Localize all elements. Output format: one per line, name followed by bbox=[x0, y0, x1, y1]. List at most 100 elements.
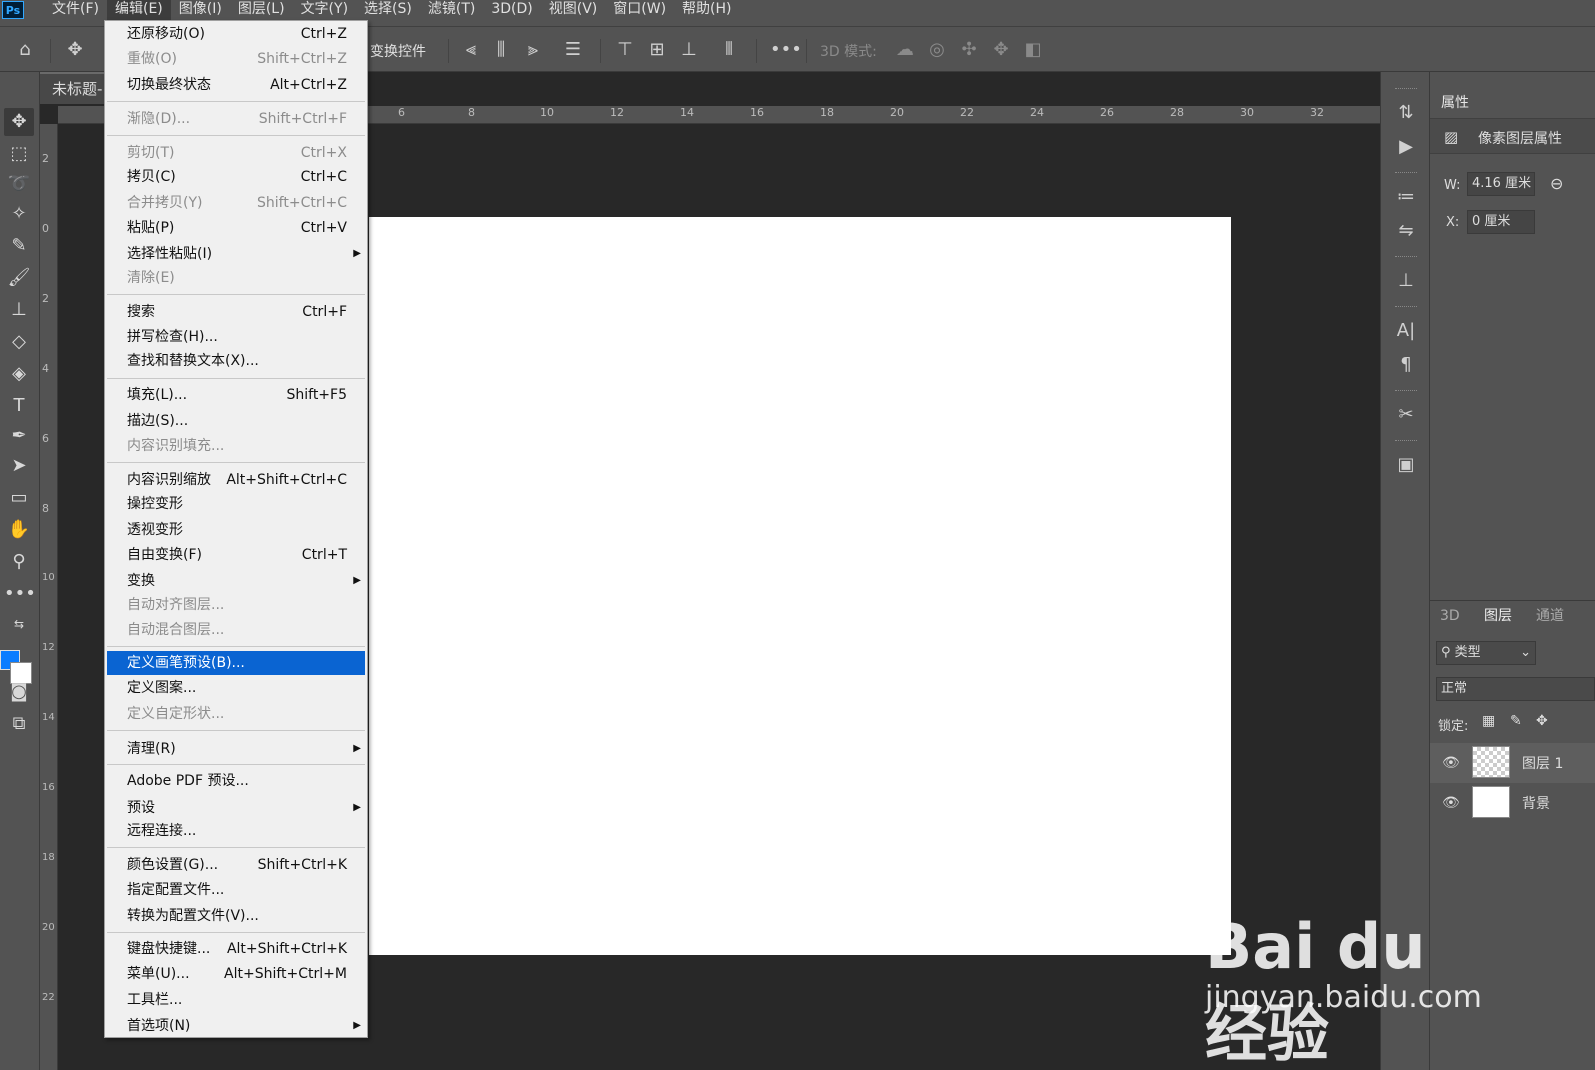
menu-item-fill[interactable]: 填充(L)... Shift+F5 bbox=[107, 383, 365, 407]
character-icon[interactable]: A| bbox=[1393, 318, 1419, 344]
3d-pan-icon[interactable]: ✣ bbox=[958, 39, 980, 61]
paragraph-icon[interactable]: ¶ bbox=[1393, 352, 1419, 378]
dock-grip[interactable] bbox=[1395, 256, 1417, 259]
menu-item-convert-to-profile[interactable]: 转换为配置文件(V)... bbox=[107, 904, 365, 928]
menu-item-keyboard-shortcuts[interactable]: 键盘快捷键... Alt+Shift+Ctrl+K bbox=[107, 937, 365, 961]
menu-item-content-aware-scale[interactable]: 内容识别缩放 Alt+Shift+Ctrl+C bbox=[107, 468, 365, 492]
menu-file[interactable]: 文件(F) bbox=[44, 0, 107, 20]
layer-row[interactable]: 👁 背景 bbox=[1430, 783, 1595, 823]
menu-item-purge[interactable]: 清理(R) ▶ bbox=[107, 737, 365, 761]
menu-select[interactable]: 选择(S) bbox=[356, 0, 420, 20]
menu-item-paste-special[interactable]: 选择性粘贴(I) ▶ bbox=[107, 242, 365, 266]
clone-source-icon[interactable]: ⊥ bbox=[1393, 268, 1419, 294]
quick-mask-icon[interactable]: ◙ bbox=[4, 678, 34, 706]
lock-transparent-icon[interactable]: ▦ bbox=[1482, 713, 1495, 729]
stamp-tool-icon[interactable]: ⊥ bbox=[4, 296, 34, 324]
menu-item-copy[interactable]: 拷贝(C) Ctrl+C bbox=[107, 165, 365, 189]
menu-window[interactable]: 窗口(W) bbox=[605, 0, 674, 20]
menu-item-color-settings[interactable]: 颜色设置(G)... Shift+Ctrl+K bbox=[107, 853, 365, 877]
menu-item-define-custom-shape[interactable]: 定义自定形状... bbox=[107, 702, 365, 726]
menu-edit[interactable]: 编辑(E) bbox=[106, 0, 171, 20]
menu-view[interactable]: 视图(V) bbox=[541, 0, 606, 20]
menu-item-find-replace[interactable]: 查找和替换文本(X)... bbox=[107, 349, 365, 373]
visibility-eye-icon[interactable]: 👁 bbox=[1442, 795, 1460, 811]
type-tool-icon[interactable]: T bbox=[4, 392, 34, 420]
layer-name[interactable]: 图层 1 bbox=[1522, 753, 1563, 773]
align-middle-icon[interactable]: ⊞ bbox=[646, 39, 668, 61]
history-icon[interactable]: ⇅ bbox=[1393, 100, 1419, 126]
more-options-icon[interactable]: ••• bbox=[770, 39, 802, 61]
dock-grip[interactable] bbox=[1395, 88, 1417, 91]
home-icon[interactable]: ⌂ bbox=[14, 39, 36, 61]
adjustments-icon[interactable]: ⇋ bbox=[1393, 218, 1419, 244]
menu-item-copy-merged[interactable]: 合并拷贝(Y) Shift+Ctrl+C bbox=[107, 191, 365, 215]
tab-properties[interactable]: 属性 bbox=[1430, 88, 1482, 118]
move-tool-icon[interactable]: ✥ bbox=[64, 39, 86, 61]
menu-filter[interactable]: 滤镜(T) bbox=[420, 0, 483, 20]
dock-grip[interactable] bbox=[1395, 306, 1417, 309]
menu-item-redo[interactable]: 重做(O) Shift+Ctrl+Z bbox=[107, 47, 365, 71]
3d-orbit-icon[interactable]: ☁ bbox=[894, 39, 916, 61]
eraser-tool-icon[interactable]: ◇ bbox=[4, 328, 34, 356]
menu-item-clear[interactable]: 清除(E) bbox=[107, 266, 365, 290]
3d-roll-icon[interactable]: ◎ bbox=[926, 39, 948, 61]
menu-item-paste[interactable]: 粘贴(P) Ctrl+V bbox=[107, 216, 365, 240]
tool-presets-icon[interactable]: ✂ bbox=[1393, 402, 1419, 428]
menu-item-presets[interactable]: 预设 ▶ bbox=[107, 796, 365, 820]
tab-3d[interactable]: 3D bbox=[1430, 601, 1470, 631]
move-tool-icon[interactable]: ✥ bbox=[4, 108, 34, 136]
menu-item-transform[interactable]: 变换 ▶ bbox=[107, 569, 365, 593]
lock-pixels-icon[interactable]: ✎ bbox=[1510, 713, 1522, 729]
visibility-eye-icon[interactable]: 👁 bbox=[1442, 755, 1460, 771]
menu-type[interactable]: 文字(Y) bbox=[293, 0, 356, 20]
menu-item-spell-check[interactable]: 拼写检查(H)... bbox=[107, 325, 365, 349]
more-tools-icon[interactable]: ••• bbox=[4, 580, 36, 608]
actions-play-icon[interactable]: ▶ bbox=[1393, 134, 1419, 160]
menu-item-define-brush-preset[interactable]: 定义画笔预设(B)... bbox=[107, 651, 365, 675]
hand-tool-icon[interactable]: ✋ bbox=[4, 516, 34, 544]
x-field[interactable]: 0 厘米 bbox=[1467, 210, 1535, 234]
distribute-vertical-icon[interactable]: ⫴ bbox=[718, 39, 740, 61]
menu-help[interactable]: 帮助(H) bbox=[674, 0, 739, 20]
dock-grip[interactable] bbox=[1395, 440, 1417, 443]
distribute-icon[interactable]: ☰ bbox=[562, 39, 584, 61]
align-left-icon[interactable]: ⫷ bbox=[460, 39, 482, 61]
menu-item-assign-profile[interactable]: 指定配置文件... bbox=[107, 878, 365, 902]
lock-position-icon[interactable]: ✥ bbox=[1536, 713, 1548, 729]
magic-wand-icon[interactable]: ✧ bbox=[4, 200, 34, 228]
menu-item-undo[interactable]: 还原移动(O) Ctrl+Z bbox=[107, 22, 365, 46]
menu-item-toggle-last-state[interactable]: 切换最终状态 Alt+Ctrl+Z bbox=[107, 73, 365, 97]
marquee-tool-icon[interactable]: ⬚ bbox=[4, 140, 34, 168]
pen-tool-icon[interactable]: ✒ bbox=[4, 422, 34, 450]
menu-image[interactable]: 图像(I) bbox=[171, 0, 230, 20]
menu-item-auto-blend-layers[interactable]: 自动混合图层... bbox=[107, 618, 365, 642]
align-right-icon[interactable]: ⫸ bbox=[522, 39, 544, 61]
paint-bucket-icon[interactable]: ◈ bbox=[4, 360, 34, 388]
menu-item-puppet-warp[interactable]: 操控变形 bbox=[107, 492, 365, 516]
path-select-icon[interactable]: ➤ bbox=[4, 452, 34, 480]
menu-item-remote-connections[interactable]: 远程连接... bbox=[107, 819, 365, 843]
width-field[interactable]: 4.16 厘米 bbox=[1467, 172, 1535, 196]
zoom-tool-icon[interactable]: ⚲ bbox=[4, 548, 34, 576]
dock-grip[interactable] bbox=[1395, 390, 1417, 393]
libraries-icon[interactable]: ▣ bbox=[1393, 452, 1419, 478]
menu-item-auto-align-layers[interactable]: 自动对齐图层... bbox=[107, 593, 365, 617]
menu-item-perspective-warp[interactable]: 透视变形 bbox=[107, 518, 365, 542]
menu-item-content-aware-fill[interactable]: 内容识别填充... bbox=[107, 434, 365, 458]
lasso-tool-icon[interactable]: ➰ bbox=[4, 170, 34, 198]
layer-filter-dropdown[interactable]: ⚲ 类型 ⌄ bbox=[1436, 641, 1536, 665]
link-icon[interactable]: ⊖ bbox=[1550, 174, 1563, 193]
align-top-icon[interactable]: ⊤ bbox=[614, 39, 636, 61]
menu-item-define-pattern[interactable]: 定义图案... bbox=[107, 676, 365, 700]
3d-camera-icon[interactable]: ◧ bbox=[1022, 39, 1044, 61]
brush-tool-icon[interactable]: 🖌 bbox=[4, 264, 34, 292]
layer-name[interactable]: 背景 bbox=[1522, 793, 1550, 813]
align-center-icon[interactable]: ⫼ bbox=[490, 39, 512, 61]
layer-row[interactable]: 👁 图层 1 bbox=[1430, 743, 1595, 783]
menu-item-search[interactable]: 搜索 Ctrl+F bbox=[107, 300, 365, 324]
menu-layer[interactable]: 图层(L) bbox=[230, 0, 293, 20]
tab-layers[interactable]: 图层 bbox=[1474, 601, 1522, 631]
transform-controls-label[interactable]: 变换控件 bbox=[370, 41, 426, 61]
eyedropper-icon[interactable]: ✎ bbox=[4, 232, 34, 260]
menu-item-adobe-pdf-presets[interactable]: Adobe PDF 预设... bbox=[107, 769, 365, 793]
